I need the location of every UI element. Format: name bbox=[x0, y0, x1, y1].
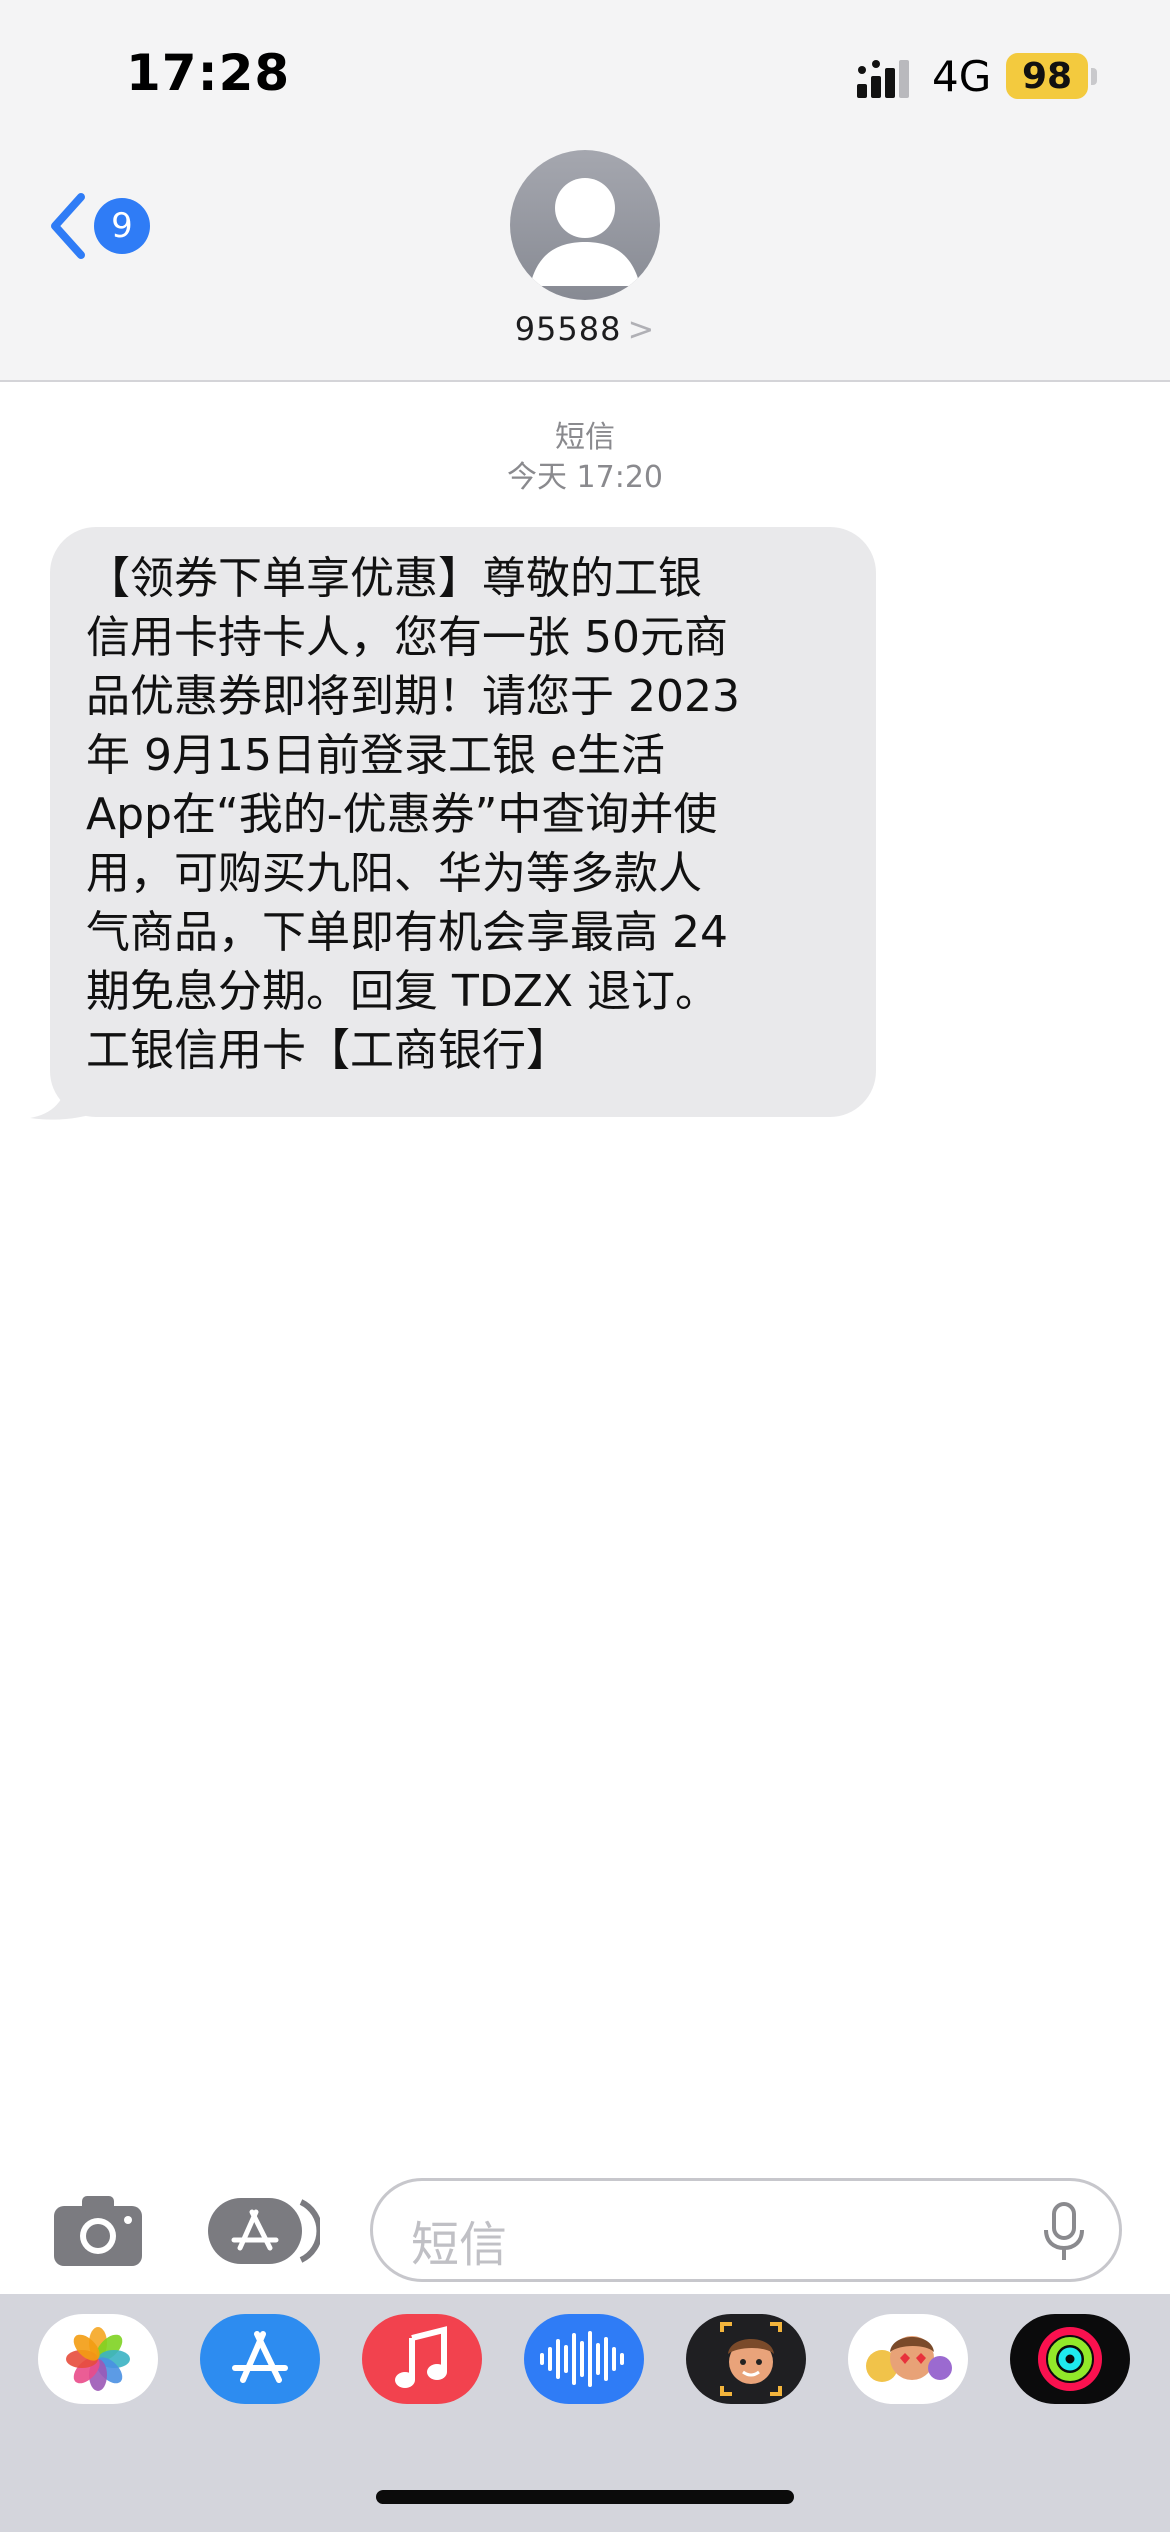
music-note-icon bbox=[395, 2326, 447, 2388]
chevron-right-icon: > bbox=[627, 310, 656, 348]
service-label: 短信 bbox=[555, 420, 615, 455]
back-button[interactable]: 9 bbox=[48, 186, 158, 266]
memoji-app-icon[interactable] bbox=[686, 2314, 806, 2404]
message-line: App在“我的-优惠券”中查询并使 bbox=[86, 789, 718, 840]
conversation-header: 17:28 4G 98 9 95588 > bbox=[0, 0, 1170, 382]
memoji-stickers-app-icon[interactable] bbox=[848, 2314, 968, 2404]
photos-icon bbox=[66, 2327, 130, 2391]
contact-name: 95588 bbox=[514, 310, 622, 348]
audio-message-app-icon[interactable] bbox=[524, 2314, 644, 2404]
message-line: 信用卡持卡人，您有一张 50元商 bbox=[86, 612, 728, 663]
message-meta: 短信 今天 17:20 bbox=[0, 418, 1170, 498]
unread-count-badge: 9 bbox=[94, 198, 150, 254]
app-store-icon[interactable] bbox=[206, 2196, 320, 2266]
message-bubble[interactable]: 【领券下单享优惠】尊敬的工银 信用卡持卡人，您有一张 50元商 品优惠券即将到期… bbox=[50, 527, 876, 1117]
photos-app-icon[interactable] bbox=[38, 2314, 158, 2404]
app-store-app-icon[interactable] bbox=[200, 2314, 320, 2404]
signal-strength-icon bbox=[857, 60, 909, 98]
message-line: 期免息分期。回复 TDZX 退订。 bbox=[86, 966, 720, 1017]
status-time: 17:28 bbox=[126, 44, 291, 102]
message-line: 工银信用卡【工商银行】 bbox=[86, 1025, 570, 1076]
contact-avatar[interactable] bbox=[510, 150, 660, 300]
message-line: 【领券下单享优惠】尊敬的工银 bbox=[86, 553, 702, 604]
battery-indicator: 98 bbox=[1006, 53, 1088, 99]
home-indicator[interactable] bbox=[376, 2490, 794, 2504]
chevron-left-icon bbox=[51, 193, 85, 259]
activity-rings-icon bbox=[1038, 2327, 1102, 2391]
message-line: 用，可购买九阳、华为等多款人 bbox=[86, 848, 702, 899]
contact-name-button[interactable]: 95588 > bbox=[0, 310, 1170, 348]
memoji-icon bbox=[720, 2322, 782, 2396]
waveform-icon bbox=[540, 2331, 624, 2387]
message-input[interactable]: 短信 bbox=[370, 2178, 1122, 2282]
message-line: 品优惠券即将到期！请您于 2023 bbox=[86, 671, 740, 722]
message-input-placeholder: 短信 bbox=[411, 2217, 508, 2273]
message-timestamp: 今天 17:20 bbox=[507, 460, 663, 495]
person-icon bbox=[530, 178, 640, 286]
microphone-icon[interactable] bbox=[1040, 2202, 1088, 2262]
message-line: 年 9月15日前登录工银 e生活 bbox=[86, 730, 666, 781]
battery-tip bbox=[1091, 68, 1097, 85]
app-store-icon bbox=[232, 2331, 288, 2383]
memoji-stickers-icon bbox=[866, 2336, 952, 2382]
activity-app-icon[interactable] bbox=[1010, 2314, 1130, 2404]
camera-icon[interactable] bbox=[52, 2194, 144, 2268]
network-type: 4G bbox=[932, 52, 992, 101]
message-line: 气商品，下单即有机会享最高 24 bbox=[86, 907, 728, 958]
music-app-icon[interactable] bbox=[362, 2314, 482, 2404]
